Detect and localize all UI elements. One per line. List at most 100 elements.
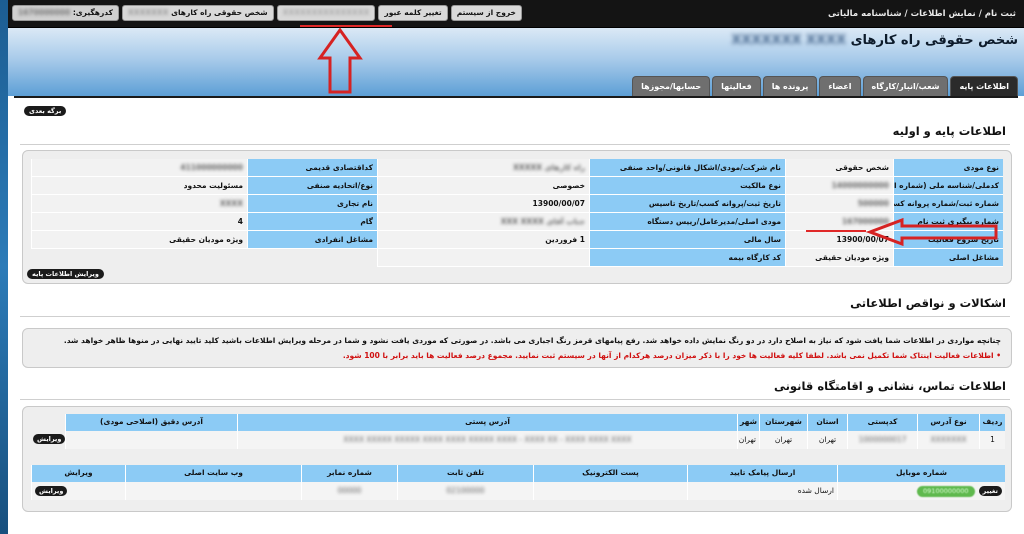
- tracking-code-button[interactable]: کدرهگیری: 1670000000: [12, 5, 119, 21]
- field-label: مودی اصلی/مدیرعامل/رییس دستگاه: [589, 213, 785, 231]
- address-cell: تهران: [807, 431, 847, 449]
- address-value-blurred: XXXX XXXXX XXXXX XXXX XXXX XXXXX XXXX - …: [343, 435, 632, 444]
- issues-error-text: • اطلاعات فعالیت اینتاک شما تکمیل نمی با…: [342, 351, 1001, 360]
- annotation-underline: [806, 230, 866, 232]
- profile-label: شخص حقوقی راه کارهای: [171, 8, 268, 17]
- field-value: مسئولیت محدود: [31, 177, 247, 195]
- breadcrumb: ثبت نام / نمایش اطلاعات / شناسنامه مالیا…: [828, 9, 1016, 19]
- annotation-underline: [300, 25, 392, 27]
- field-label: تاریخ شروع فعالیت: [893, 231, 1003, 249]
- field-label: شماره ثبت/شماره پروانه کسب: [893, 195, 1003, 213]
- address-table: ردیف نوع آدرس کدپستی استان شهرستان شهر آدرس پس…: [65, 414, 1005, 449]
- issues-info-text: چنانچه مواردی در اطلاعات شما یافت شود که…: [63, 336, 1001, 345]
- field-value: ویژه مودیان حقیقی: [31, 231, 247, 249]
- contact-cell: [533, 482, 687, 500]
- tab-files[interactable]: پرونده ها: [762, 76, 818, 96]
- address-header: ردیف: [979, 414, 1005, 431]
- divider: [20, 399, 1010, 400]
- field-value: 13900/00/07: [377, 195, 589, 213]
- tab-members[interactable]: اعضاء: [819, 76, 861, 96]
- field-label: نام شرکت/مودی/اشکال قانونی/واحد صنفی: [589, 159, 785, 177]
- tab-branches[interactable]: شعب/انبار/کارگاه: [862, 76, 949, 96]
- field-value: راه کارهای XXXXX: [377, 159, 589, 177]
- next-page-button[interactable]: برگه بعدی: [24, 106, 67, 116]
- mobile-number-badge: 09100000000: [917, 486, 975, 497]
- field-label: کداقتصادی قدیمی: [247, 159, 377, 177]
- change-password-button[interactable]: تغییر کلمه عبور: [378, 5, 448, 21]
- contact-section-title: اطلاعات تماس، نشانی و اقامتگاه قانونی: [773, 379, 1006, 393]
- contact-value-blurred: 02100000: [446, 486, 485, 495]
- issues-panel: چنانچه مواردی در اطلاعات شما یافت شود که…: [22, 328, 1012, 368]
- address-header: استان: [807, 414, 847, 431]
- contact-cell: [125, 482, 301, 500]
- tracking-label: کدرهگیری:: [72, 8, 113, 17]
- tab-basic-info[interactable]: اطلاعات پایه: [950, 76, 1018, 96]
- basic-section-title: اطلاعات پایه و اولیه: [892, 124, 1006, 138]
- contact-cell: ارسال شده: [687, 482, 837, 500]
- field-label: نوع مودی: [893, 159, 1003, 177]
- field-label: نوع مالکیت: [589, 177, 785, 195]
- field-value-blurred: 411000000000: [180, 163, 243, 172]
- field-value: 500000: [785, 195, 893, 213]
- edit-basic-info-button[interactable]: ویرایش اطلاعات پایه: [27, 269, 104, 279]
- top-bar: ثبت نام / نمایش اطلاعات / شناسنامه مالیا…: [8, 0, 1024, 28]
- tab-accounts[interactable]: حسابها/مجوزها: [632, 76, 711, 96]
- profile-blur: XXXXXXX: [128, 8, 169, 17]
- field-value: 14000000000: [785, 177, 893, 195]
- desktop-strip: [0, 0, 8, 534]
- contact-header: شماره موبایل: [837, 465, 1005, 482]
- basic-info-grid: نوع مودی شخص حقوقی نام شرکت/مودی/اشکال قان…: [31, 159, 1003, 267]
- contact-header: وب سایت اصلی: [125, 465, 301, 482]
- contact-header: تلفن ثابت: [397, 465, 533, 482]
- contact-header: ویرایش: [31, 465, 125, 482]
- contact-panel: ردیف نوع آدرس کدپستی استان شهرستان شهر آدرس پس…: [22, 406, 1012, 512]
- address-value-blurred: 1000000017: [858, 435, 907, 444]
- field-value: ویژه مودیان حقیقی: [785, 249, 893, 267]
- address-header: کدپستی: [847, 414, 917, 431]
- address-cell: تهران: [759, 431, 807, 449]
- field-value-blurred: 167000000: [842, 217, 889, 226]
- contact-cell: تغییر09100000000: [837, 482, 1005, 500]
- tracking-code: 1670000000: [18, 8, 71, 17]
- field-value: جناب آقای XXX XXXX: [377, 213, 589, 231]
- divider: [20, 316, 1010, 317]
- field-value-blurred: 14000000000: [831, 181, 889, 190]
- field-value: [31, 249, 247, 267]
- field-value: [377, 249, 589, 267]
- tab-activities[interactable]: فعالیتها: [712, 76, 761, 96]
- page-title: شخص حقوقی راه کارهای XXXXXXX XXXX: [731, 33, 1018, 48]
- field-value: XXXX: [31, 195, 247, 213]
- address-header: شهرستان: [759, 414, 807, 431]
- field-label: مشاغل اصلی: [893, 249, 1003, 267]
- contact-cell: 02100000: [397, 482, 533, 500]
- field-value: خصوصی: [377, 177, 589, 195]
- exit-button[interactable]: خروج از سیستم: [450, 5, 522, 21]
- divider: [20, 144, 1010, 145]
- field-label: نام تجاری: [247, 195, 377, 213]
- tab-bar: اطلاعات پایه شعب/انبار/کارگاه اعضاء پرون…: [632, 76, 1018, 96]
- address-cell: 1: [979, 431, 1005, 449]
- field-label: شماره پیگیری ثبت نام: [893, 213, 1003, 231]
- address-header: نوع آدرس: [917, 414, 979, 431]
- edit-contact-button[interactable]: ویرایش: [35, 486, 68, 496]
- contact-value-blurred: 00000: [337, 486, 362, 495]
- field-label: [247, 249, 377, 267]
- address-cell: XXXX XXXXX XXXXX XXXX XXXX XXXXX XXXX - …: [237, 431, 737, 449]
- contact-table: شماره موبایل ارسال پیامک تایید پست الکترون…: [31, 465, 1005, 500]
- top-buttons: خروج از سیستم تغییر کلمه عبور XXXXXXXXXX…: [12, 5, 522, 21]
- address-value-blurred: XXXXXXX: [930, 435, 967, 444]
- contact-header: شماره نمابر: [301, 465, 397, 482]
- profile-button[interactable]: شخص حقوقی راه کارهای XXXXXXX: [122, 5, 274, 21]
- blurred-button[interactable]: XXXXXXXXXXXXXXX: [276, 5, 376, 21]
- change-mobile-button[interactable]: تغییر: [978, 486, 1002, 496]
- field-value: 13900/00/07: [785, 231, 893, 249]
- address-cell: [65, 431, 237, 449]
- issues-section-title: اشکالات و نواقص اطلاعاتی: [850, 296, 1006, 310]
- basic-info-panel: نوع مودی شخص حقوقی نام شرکت/مودی/اشکال قان…: [22, 150, 1012, 284]
- address-header: شهر: [737, 414, 759, 431]
- contact-header: ارسال پیامک تایید: [687, 465, 837, 482]
- address-header: آدرس دقیق (اصلاحی مودی): [65, 414, 237, 431]
- field-label: گام: [247, 213, 377, 231]
- field-value-blurred: XXXX: [219, 199, 243, 208]
- edit-address-button[interactable]: ویرایش: [33, 434, 66, 444]
